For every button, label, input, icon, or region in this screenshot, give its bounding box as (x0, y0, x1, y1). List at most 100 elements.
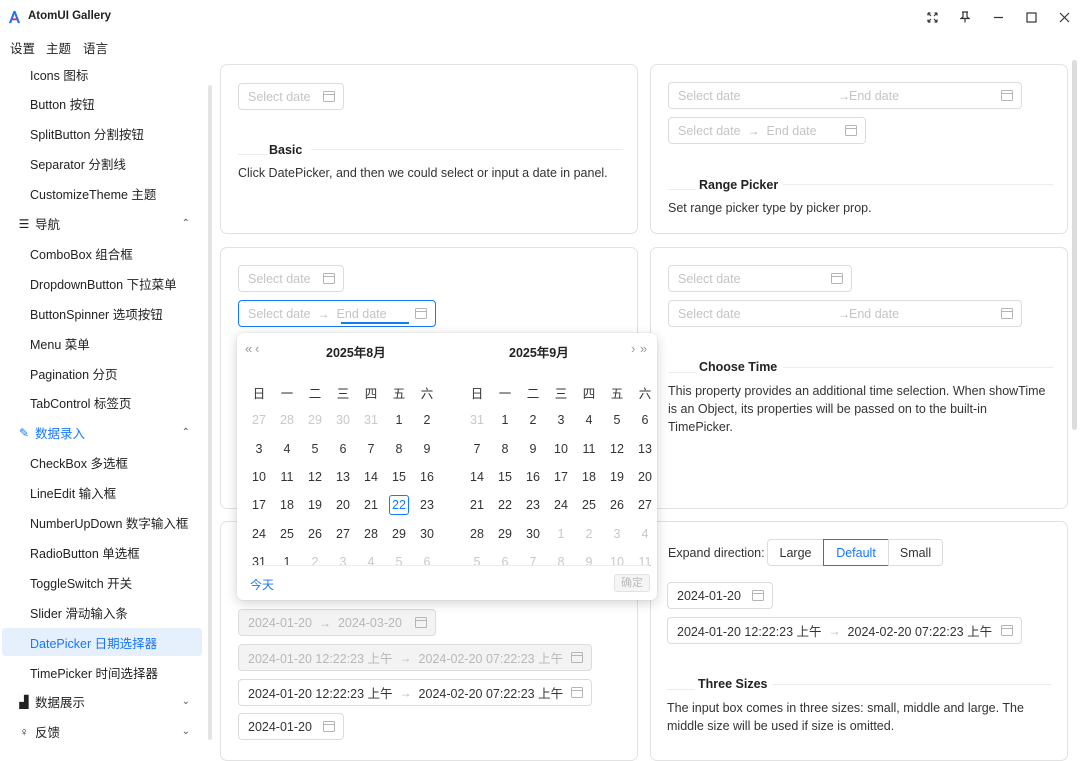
today-cell[interactable]: 22 (389, 495, 409, 516)
sidebar-item-6[interactable]: ComboBox 组合框 (2, 239, 202, 267)
right-day-cell[interactable]: 5 (603, 413, 631, 427)
menu-theme[interactable]: 主题 (46, 38, 71, 57)
right-day-cell[interactable]: 19 (603, 470, 631, 484)
sized-datetime-range-picker[interactable]: 2024-01-20 12:22:23 上午 → 2024-02-20 07:2… (667, 617, 1022, 644)
left-day-cell[interactable]: 20 (329, 498, 357, 512)
sidebar-item-3[interactable]: Separator 分割线 (2, 150, 202, 178)
nav-group-5[interactable]: ☰ 导航 ⌃ (2, 210, 202, 238)
sidebar-item-2[interactable]: SplitButton 分割按钮 (2, 120, 202, 148)
right-day-cell[interactable]: 6 (631, 413, 659, 427)
right-day-cell[interactable]: 17 (547, 470, 575, 484)
sidebar-scrollbar[interactable] (208, 85, 212, 740)
left-day-cell[interactable]: 4 (357, 555, 385, 569)
right-day-cell[interactable]: 13 (631, 442, 659, 456)
left-day-cell[interactable]: 6 (329, 442, 357, 456)
next-year-icon[interactable]: » (640, 341, 647, 356)
right-day-cell[interactable]: 7 (463, 442, 491, 456)
right-day-cell[interactable]: 26 (603, 498, 631, 512)
left-day-cell[interactable]: 18 (273, 498, 301, 512)
sidebar-item-13[interactable]: CheckBox 多选框 (2, 449, 202, 477)
left-day-cell[interactable]: 23 (413, 498, 441, 512)
prev-year-icon[interactable]: « (245, 341, 252, 356)
left-day-cell[interactable]: 5 (385, 555, 413, 569)
right-day-cell[interactable]: 28 (463, 527, 491, 541)
right-day-cell[interactable]: 4 (631, 527, 659, 541)
nav-group-12[interactable]: ✎ 数据录入 ⌃ (2, 419, 202, 447)
right-day-cell[interactable]: 14 (463, 470, 491, 484)
sidebar-item-4[interactable]: CustomizeTheme 主题 (2, 180, 202, 208)
right-day-cell[interactable]: 7 (519, 555, 547, 569)
right-day-cell[interactable]: 25 (575, 498, 603, 512)
sized-date-picker[interactable]: 2024-01-20 (667, 582, 773, 609)
sidebar-item-0[interactable]: Icons 图标 (2, 60, 202, 88)
right-day-cell[interactable]: 2 (519, 413, 547, 427)
datetime-range-picker[interactable]: 2024-01-20 12:22:23 上午 → 2024-02-20 07:2… (238, 679, 592, 706)
right-day-cell[interactable]: 1 (491, 413, 519, 427)
sidebar-item-14[interactable]: LineEdit 输入框 (2, 479, 202, 507)
pin-icon[interactable] (957, 9, 973, 25)
right-day-cell[interactable]: 11 (631, 555, 659, 569)
sidebar-item-19[interactable]: DatePicker 日期选择器 (2, 628, 202, 657)
next-month-icon[interactable]: › (631, 341, 635, 356)
size-default-button[interactable]: Default (823, 539, 889, 566)
left-day-cell[interactable]: 9 (413, 442, 441, 456)
left-day-cell[interactable]: 30 (413, 527, 441, 541)
nav-group-22[interactable]: ♀ 反馈 ⌄ (2, 718, 202, 746)
left-day-cell[interactable]: 3 (245, 442, 273, 456)
left-day-cell[interactable]: 29 (301, 413, 329, 427)
right-day-cell[interactable]: 11 (575, 442, 603, 456)
ok-button[interactable]: 确定 (614, 574, 650, 592)
size-large-button[interactable]: Large (767, 539, 824, 566)
sidebar-item-1[interactable]: Button 按钮 (2, 90, 202, 118)
left-day-cell[interactable]: 2 (413, 413, 441, 427)
left-day-cell[interactable]: 30 (329, 413, 357, 427)
right-day-cell[interactable]: 3 (547, 413, 575, 427)
left-day-cell[interactable]: 14 (357, 470, 385, 484)
time-date-picker[interactable]: Select date (668, 265, 852, 292)
right-day-cell[interactable]: 31 (463, 413, 491, 427)
maximize-icon[interactable] (1023, 9, 1039, 25)
right-day-cell[interactable]: 21 (463, 498, 491, 512)
today-link[interactable]: 今天 (250, 576, 274, 593)
right-day-cell[interactable]: 30 (519, 527, 547, 541)
left-day-cell[interactable]: 31 (245, 555, 273, 569)
date-picker-2[interactable]: Select date (238, 265, 344, 292)
right-day-cell[interactable]: 9 (575, 555, 603, 569)
left-day-cell[interactable]: 28 (273, 413, 301, 427)
right-day-cell[interactable]: 10 (547, 442, 575, 456)
left-day-cell[interactable]: 29 (385, 527, 413, 541)
left-day-cell[interactable]: 27 (245, 413, 273, 427)
right-day-cell[interactable]: 9 (519, 442, 547, 456)
sidebar-item-7[interactable]: DropdownButton 下拉菜单 (2, 269, 202, 297)
left-day-cell[interactable]: 17 (245, 498, 273, 512)
right-day-cell[interactable]: 29 (491, 527, 519, 541)
right-day-cell[interactable]: 15 (491, 470, 519, 484)
left-day-cell[interactable]: 31 (357, 413, 385, 427)
left-day-cell[interactable]: 15 (385, 470, 413, 484)
size-small-button[interactable]: Small (888, 539, 943, 566)
left-day-cell[interactable]: 11 (273, 470, 301, 484)
prev-month-icon[interactable]: ‹ (255, 341, 259, 356)
sidebar-item-9[interactable]: Menu 菜单 (2, 329, 202, 357)
left-day-cell[interactable]: 24 (245, 527, 273, 541)
right-day-cell[interactable]: 22 (491, 498, 519, 512)
right-month-title[interactable]: 2025年9月 (509, 342, 569, 361)
right-day-cell[interactable]: 10 (603, 555, 631, 569)
right-day-cell[interactable]: 6 (491, 555, 519, 569)
left-day-cell[interactable]: 19 (301, 498, 329, 512)
left-day-cell[interactable]: 1 (385, 413, 413, 427)
right-day-cell[interactable]: 12 (603, 442, 631, 456)
fullscreen-icon[interactable] (924, 9, 940, 25)
sidebar-item-11[interactable]: TabControl 标签页 (2, 389, 202, 417)
left-day-cell[interactable]: 7 (357, 442, 385, 456)
left-day-cell[interactable]: 5 (301, 442, 329, 456)
left-day-cell[interactable]: 21 (357, 498, 385, 512)
left-day-cell[interactable]: 26 (301, 527, 329, 541)
close-icon[interactable] (1056, 9, 1072, 25)
right-day-cell[interactable]: 24 (547, 498, 575, 512)
left-day-cell[interactable]: 16 (413, 470, 441, 484)
time-range-picker[interactable]: Select date → End date (668, 300, 1022, 327)
right-day-cell[interactable]: 20 (631, 470, 659, 484)
right-day-cell[interactable]: 2 (575, 527, 603, 541)
left-day-cell[interactable]: 2 (301, 555, 329, 569)
